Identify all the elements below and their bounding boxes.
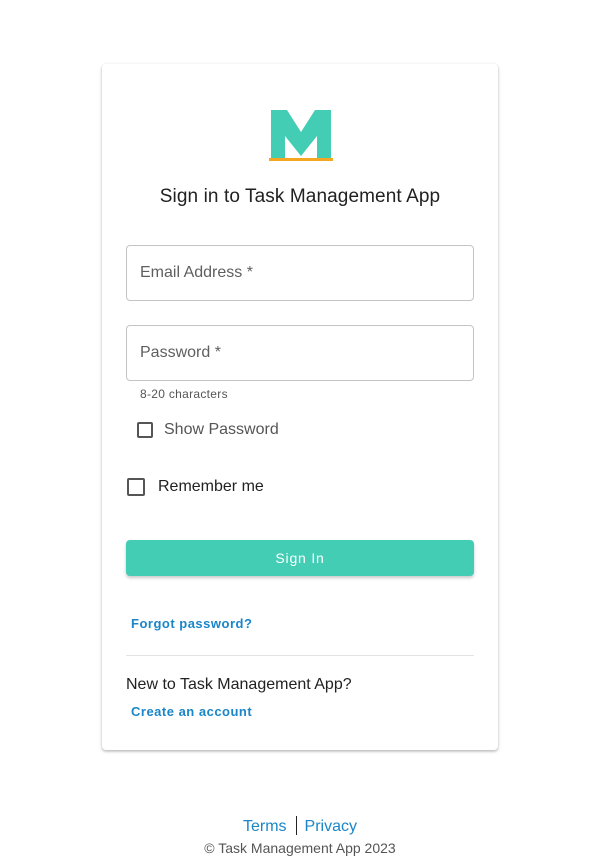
- email-field-container: [126, 245, 474, 301]
- create-account-link[interactable]: Create an account: [131, 704, 252, 719]
- password-field[interactable]: [127, 326, 473, 380]
- m-logo-icon: [269, 110, 333, 161]
- footer-separator: [295, 816, 297, 835]
- divider: [126, 655, 474, 656]
- page-title: Sign in to Task Management App: [159, 186, 441, 207]
- privacy-link[interactable]: Privacy: [305, 818, 357, 835]
- sign-in-card: Sign in to Task Management App 8-20 char…: [102, 64, 498, 750]
- show-password-row[interactable]: Show Password: [137, 421, 279, 439]
- email-field[interactable]: [127, 246, 473, 300]
- forgot-password-link[interactable]: Forgot password?: [131, 616, 252, 631]
- password-field-container: [126, 325, 474, 381]
- sign-in-button[interactable]: Sign In: [126, 540, 474, 576]
- show-password-label: Show Password: [164, 421, 279, 438]
- remember-me-checkbox[interactable]: [127, 478, 145, 496]
- signup-prompt: New to Task Management App?: [126, 676, 352, 693]
- copyright-text: © Task Management App 2023: [204, 840, 396, 856]
- password-helper-text: 8-20 characters: [140, 387, 228, 401]
- remember-me-label: Remember me: [158, 478, 264, 495]
- terms-link[interactable]: Terms: [243, 818, 287, 835]
- remember-me-row[interactable]: Remember me: [127, 478, 264, 496]
- footer-links: Terms Privacy: [0, 816, 600, 836]
- show-password-checkbox[interactable]: [137, 422, 153, 438]
